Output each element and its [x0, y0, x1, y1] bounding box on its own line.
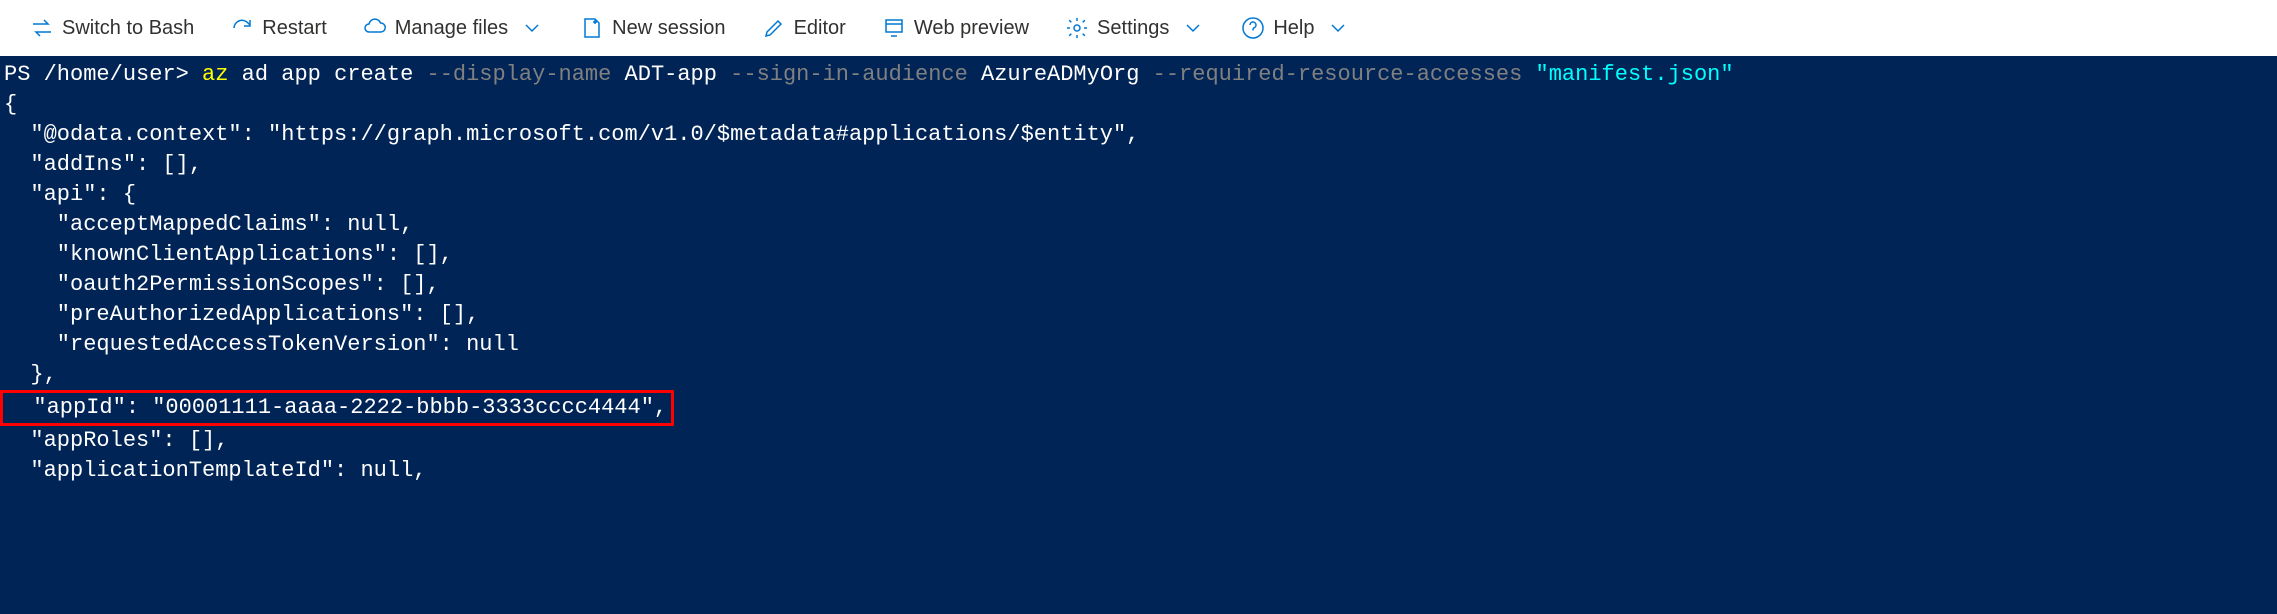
- web-preview-icon: [882, 16, 906, 40]
- restart-button[interactable]: Restart: [212, 0, 344, 56]
- new-session-button[interactable]: New session: [562, 0, 743, 56]
- output-line: },: [4, 362, 57, 387]
- switch-label: Switch to Bash: [62, 17, 194, 40]
- prompt-prefix: PS: [4, 62, 44, 87]
- output-line: "@odata.context": "https://graph.microso…: [4, 122, 1139, 147]
- gear-icon: [1065, 16, 1089, 40]
- restart-label: Restart: [262, 17, 326, 40]
- swap-icon: [30, 16, 54, 40]
- output-line: {: [4, 92, 17, 117]
- output-line: "preAuthorizedApplications": [],: [4, 302, 479, 327]
- appid-highlight-box: "appId": "00001111-aaaa-2222-bbbb-3333cc…: [0, 390, 674, 426]
- switch-to-bash-button[interactable]: Switch to Bash: [12, 0, 212, 56]
- help-label: Help: [1273, 17, 1314, 40]
- help-icon: [1241, 16, 1265, 40]
- output-line: "oauth2PermissionScopes": [],: [4, 272, 440, 297]
- editor-button[interactable]: Editor: [744, 0, 864, 56]
- output-line: "appRoles": [],: [4, 428, 228, 453]
- cmd-rest: ad app create: [228, 62, 426, 87]
- new-session-label: New session: [612, 17, 725, 40]
- value-signin: AzureADMyOrg: [968, 62, 1153, 87]
- output-line: "applicationTemplateId": null,: [4, 458, 426, 483]
- output-line: "acceptMappedClaims": null,: [4, 212, 413, 237]
- help-button[interactable]: Help: [1223, 0, 1368, 56]
- value-manifest: "manifest.json": [1522, 62, 1733, 87]
- prompt-path: /home/user: [44, 62, 176, 87]
- cloud-files-icon: [363, 16, 387, 40]
- settings-button[interactable]: Settings: [1047, 0, 1223, 56]
- new-session-icon: [580, 16, 604, 40]
- pencil-icon: [762, 16, 786, 40]
- cmd-az: az: [202, 62, 228, 87]
- output-line-appid: "appId": "00001111-aaaa-2222-bbbb-3333cc…: [7, 395, 667, 420]
- manage-files-label: Manage files: [395, 17, 508, 40]
- param-display-name: --display-name: [427, 62, 612, 87]
- web-preview-button[interactable]: Web preview: [864, 0, 1047, 56]
- output-line: "api": {: [4, 182, 136, 207]
- chevron-down-icon: [1326, 16, 1350, 40]
- chevron-down-icon: [520, 16, 544, 40]
- prompt-suffix: >: [176, 62, 202, 87]
- manage-files-button[interactable]: Manage files: [345, 0, 562, 56]
- param-signin: --sign-in-audience: [730, 62, 968, 87]
- web-preview-label: Web preview: [914, 17, 1029, 40]
- editor-label: Editor: [794, 17, 846, 40]
- restart-icon: [230, 16, 254, 40]
- terminal-output[interactable]: PS /home/user> az ad app create --displa…: [0, 56, 2277, 490]
- param-resources: --required-resource-accesses: [1153, 62, 1523, 87]
- chevron-down-icon: [1181, 16, 1205, 40]
- output-line: "requestedAccessTokenVersion": null: [4, 332, 519, 357]
- value-display-name: ADT-app: [611, 62, 730, 87]
- settings-label: Settings: [1097, 17, 1169, 40]
- output-line: "knownClientApplications": [],: [4, 242, 453, 267]
- output-line: "addIns": [],: [4, 152, 202, 177]
- cloud-shell-toolbar: Switch to Bash Restart Manage files New …: [0, 0, 2277, 56]
